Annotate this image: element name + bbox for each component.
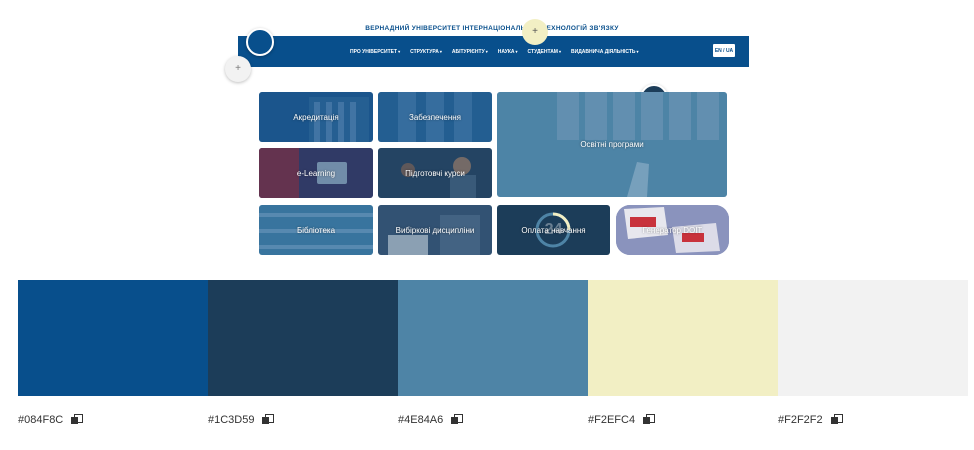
- nav-item-publishing[interactable]: ВИДАВНИЧА ДІЯЛЬНІСТЬ▾: [571, 49, 639, 55]
- nav-menu: ПРО УНІВЕРСИТЕТ▾ СТРУКТУРА▾ АБІТУРІЄНТУ▾…: [350, 36, 639, 67]
- website-preview: ВЕРНАДНИЙ УНІВЕРСИТЕТ ІНТЕРНАЦІОНАЛЬНИХ …: [0, 0, 974, 270]
- tile-tuition-payment[interactable]: 24 Оплата навчання: [497, 205, 610, 255]
- swatch-color-5[interactable]: [778, 280, 968, 396]
- hex-code-label: #084F8C: [18, 414, 64, 426]
- nav-item-science[interactable]: НАУКА▾: [498, 49, 518, 55]
- swatch-color-3[interactable]: [398, 280, 588, 396]
- tile-educational-programs[interactable]: Освітні програми: [497, 92, 727, 197]
- tile-label: Забезпечення: [408, 112, 461, 122]
- tile-accreditation[interactable]: Акредитація: [259, 92, 373, 142]
- hex-code-label: #F2EFC4: [588, 414, 636, 426]
- hex-row-4: #F2EFC4: [588, 414, 656, 426]
- tile-label: Генератор DOIT: [642, 225, 703, 235]
- hex-row-5: #F2F2F2: [778, 414, 843, 426]
- university-title: ВЕРНАДНИЙ УНІВЕРСИТЕТ ІНТЕРНАЦІОНАЛЬНИХ …: [365, 25, 619, 32]
- add-marker-button[interactable]: +: [225, 56, 251, 82]
- hotspot-marker-primary[interactable]: [246, 28, 274, 56]
- caret-down-icon: ▾: [485, 48, 488, 54]
- copy-icon[interactable]: [643, 414, 656, 426]
- caret-down-icon: ▾: [558, 48, 561, 54]
- nav-item-structure[interactable]: СТРУКТУРА▾: [410, 49, 442, 55]
- plus-icon: +: [235, 63, 241, 74]
- copy-icon[interactable]: [830, 414, 843, 426]
- hex-code-label: #1C3D59: [208, 414, 255, 426]
- copy-icon[interactable]: [262, 414, 275, 426]
- tile-label: e-Learning: [296, 168, 336, 178]
- navbar: ПРО УНІВЕРСИТЕТ▾ СТРУКТУРА▾ АБІТУРІЄНТУ▾…: [238, 36, 749, 67]
- hex-row-1: #084F8C: [18, 414, 84, 426]
- caret-down-icon: ▾: [439, 48, 442, 54]
- hex-code-label: #F2F2F2: [778, 414, 823, 426]
- swatch-color-2[interactable]: [208, 280, 398, 396]
- caret-down-icon: ▾: [515, 48, 518, 54]
- tile-e-learning[interactable]: e-Learning: [259, 148, 373, 198]
- add-marker-button[interactable]: +: [522, 19, 548, 45]
- tile-support[interactable]: Забезпечення: [378, 92, 492, 142]
- tile-label: Акредитація: [293, 112, 339, 122]
- tile-label: Освітні програми: [580, 140, 644, 149]
- copy-icon[interactable]: [71, 414, 84, 426]
- caret-down-icon: ▾: [636, 48, 639, 54]
- caret-down-icon: ▾: [398, 48, 401, 54]
- plus-icon: +: [532, 26, 538, 37]
- tile-library[interactable]: Бібліотека: [259, 205, 373, 255]
- swatch-color-4[interactable]: [588, 280, 778, 396]
- tile-elective-disciplines[interactable]: Вибіркові дисципліни: [378, 205, 492, 255]
- tile-label: Бібліотека: [296, 225, 336, 235]
- hex-row-2: #1C3D59: [208, 414, 275, 426]
- tile-label: Оплата навчання: [521, 225, 586, 235]
- tile-doit-generator[interactable]: Генератор DOIT: [616, 205, 729, 255]
- nav-item-students[interactable]: СТУДЕНТАМ▾: [528, 49, 561, 55]
- language-switch-button[interactable]: EN / UA: [713, 44, 735, 57]
- nav-item-about[interactable]: ПРО УНІВЕРСИТЕТ▾: [350, 49, 400, 55]
- hex-row-3: #4E84A6: [398, 414, 464, 426]
- tile-label: Підготовчі курси: [405, 168, 465, 178]
- copy-icon[interactable]: [451, 414, 464, 426]
- tile-label: Вибіркові дисципліни: [395, 225, 475, 235]
- tile-preparatory-courses[interactable]: Підготовчі курси: [378, 148, 492, 198]
- hex-code-label: #4E84A6: [398, 414, 444, 426]
- swatch-color-1[interactable]: [18, 280, 208, 396]
- nav-item-applicants[interactable]: АБІТУРІЄНТУ▾: [452, 49, 488, 55]
